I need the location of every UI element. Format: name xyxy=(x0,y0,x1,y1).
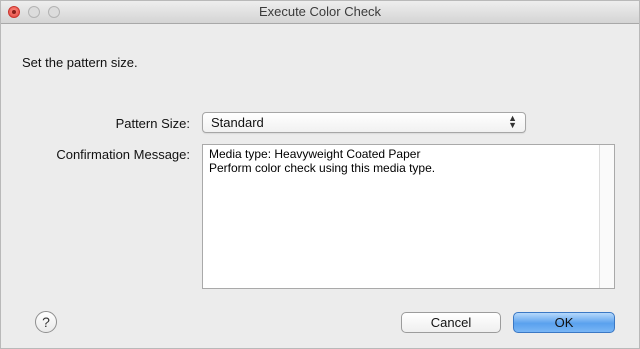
message-line-1: Media type: Heavyweight Coated Paper xyxy=(209,147,421,161)
help-button[interactable]: ? xyxy=(35,311,57,333)
pattern-size-select[interactable]: Standard ▲ ▼ xyxy=(202,112,526,133)
pattern-size-value: Standard xyxy=(211,115,264,130)
confirmation-message-label: Confirmation Message: xyxy=(56,147,190,162)
instruction-text: Set the pattern size. xyxy=(22,55,138,70)
ok-button[interactable]: OK xyxy=(513,312,615,333)
cancel-button[interactable]: Cancel xyxy=(401,312,501,333)
message-line-2: Perform color check using this media typ… xyxy=(209,161,436,175)
color-check-dialog: Execute Color Check Set the pattern size… xyxy=(0,0,640,349)
title-bar[interactable]: Execute Color Check xyxy=(1,1,639,24)
confirmation-message-text: Media type: Heavyweight Coated Paper Per… xyxy=(209,147,435,175)
confirmation-message-box[interactable]: Media type: Heavyweight Coated Paper Per… xyxy=(202,144,615,289)
question-mark-icon: ? xyxy=(42,314,50,330)
pattern-size-label: Pattern Size: xyxy=(115,116,190,131)
window-title: Execute Color Check xyxy=(258,4,382,19)
up-down-arrows-icon: ▲ ▼ xyxy=(508,113,517,130)
message-scrollbar[interactable] xyxy=(599,145,614,288)
